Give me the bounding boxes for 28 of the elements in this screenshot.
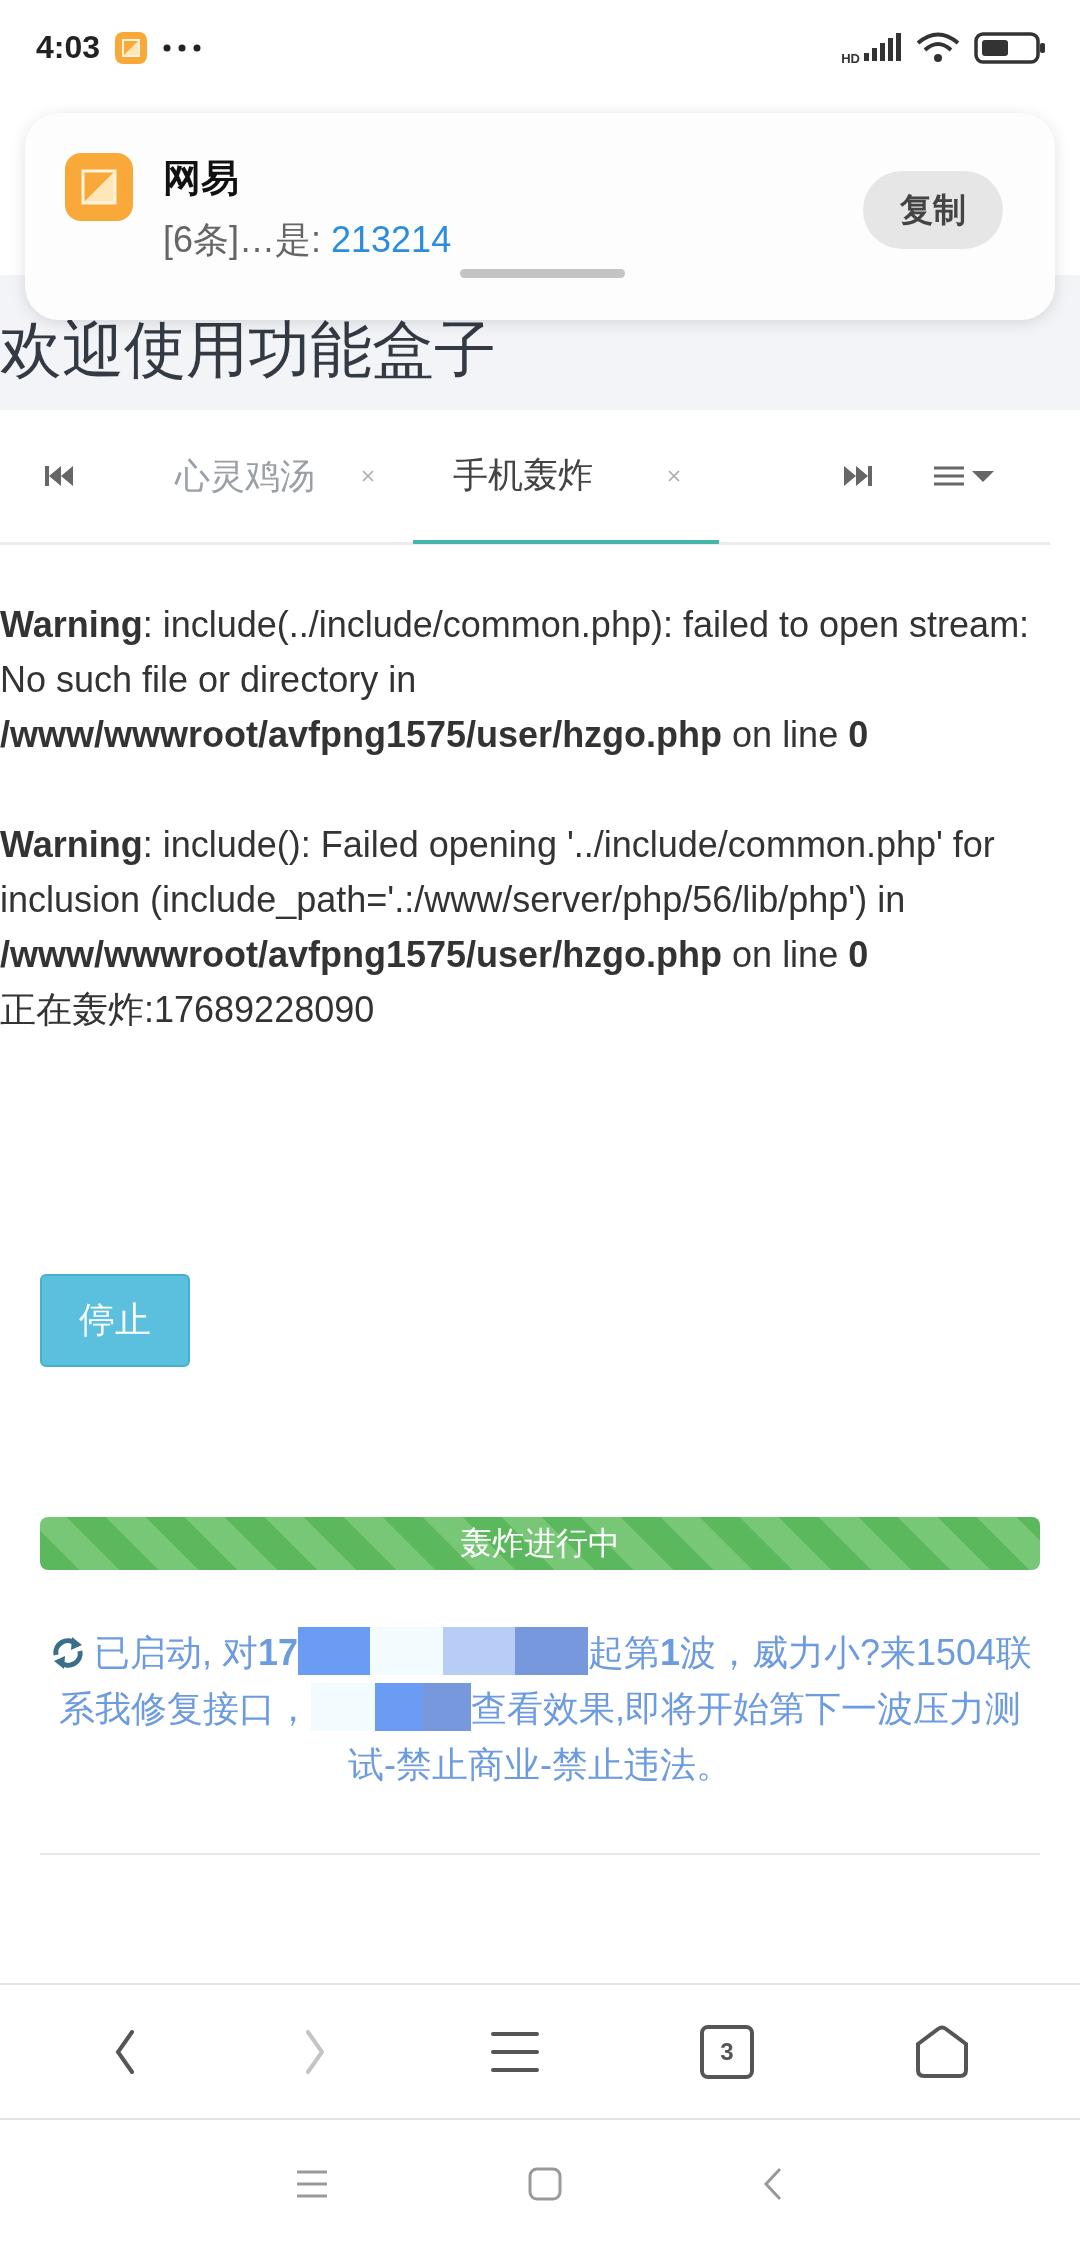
signal-icon	[862, 32, 902, 63]
home-icon[interactable]	[914, 2023, 970, 2080]
menu-dropdown-icon[interactable]	[934, 465, 996, 487]
drag-handle[interactable]	[460, 269, 625, 278]
close-icon[interactable]	[361, 469, 375, 483]
copy-button[interactable]: 复制	[863, 171, 1003, 249]
target-text: 正在轰炸:17689228090	[0, 988, 376, 1032]
notification-title: 网易	[163, 156, 240, 201]
tab-count-button[interactable]: 3	[700, 2024, 754, 2079]
skip-back-icon[interactable]	[45, 465, 73, 487]
page-title: 欢迎使用功能盒子	[0, 317, 496, 383]
more-icon	[162, 42, 203, 53]
tab[interactable]: 手机轰炸	[413, 411, 719, 544]
notification-card[interactable]: 网易 [6条]…是: 213214 复制	[25, 113, 1055, 320]
app-icon	[114, 30, 149, 65]
status-message: 已启动, 对17 起第1波，威力小?来1504联系我修复接口， 查看效果,即将开始第下一波压力测试-禁止商业-禁止违法。	[40, 1625, 1040, 1793]
error-message: Warning: include(): Failed opening '../include/common.php' for inclusion (include_path='.:/www/server/php/56/lib/php') in /www/wwwroot/avfpng1575/user/hzgo.php on line 0	[0, 823, 996, 977]
app-icon	[65, 153, 133, 221]
error-message: Warning: include(../include/common.php): failed to open stream: No such file or directory in /www/wwwroot/avfpng1575/user/hzgo.php on line 0	[0, 603, 1031, 757]
network-label: HD	[841, 51, 860, 66]
skip-forward-icon[interactable]	[844, 465, 872, 487]
status-time: 4:03	[36, 29, 101, 66]
notification-text: [6条]…是:	[163, 219, 323, 260]
menu-icon[interactable]	[490, 2029, 540, 2074]
close-icon[interactable]	[667, 468, 681, 483]
wifi-icon	[916, 31, 960, 64]
progress-label: 轰炸进行中	[459, 1524, 621, 1563]
battery-icon	[974, 31, 1046, 64]
